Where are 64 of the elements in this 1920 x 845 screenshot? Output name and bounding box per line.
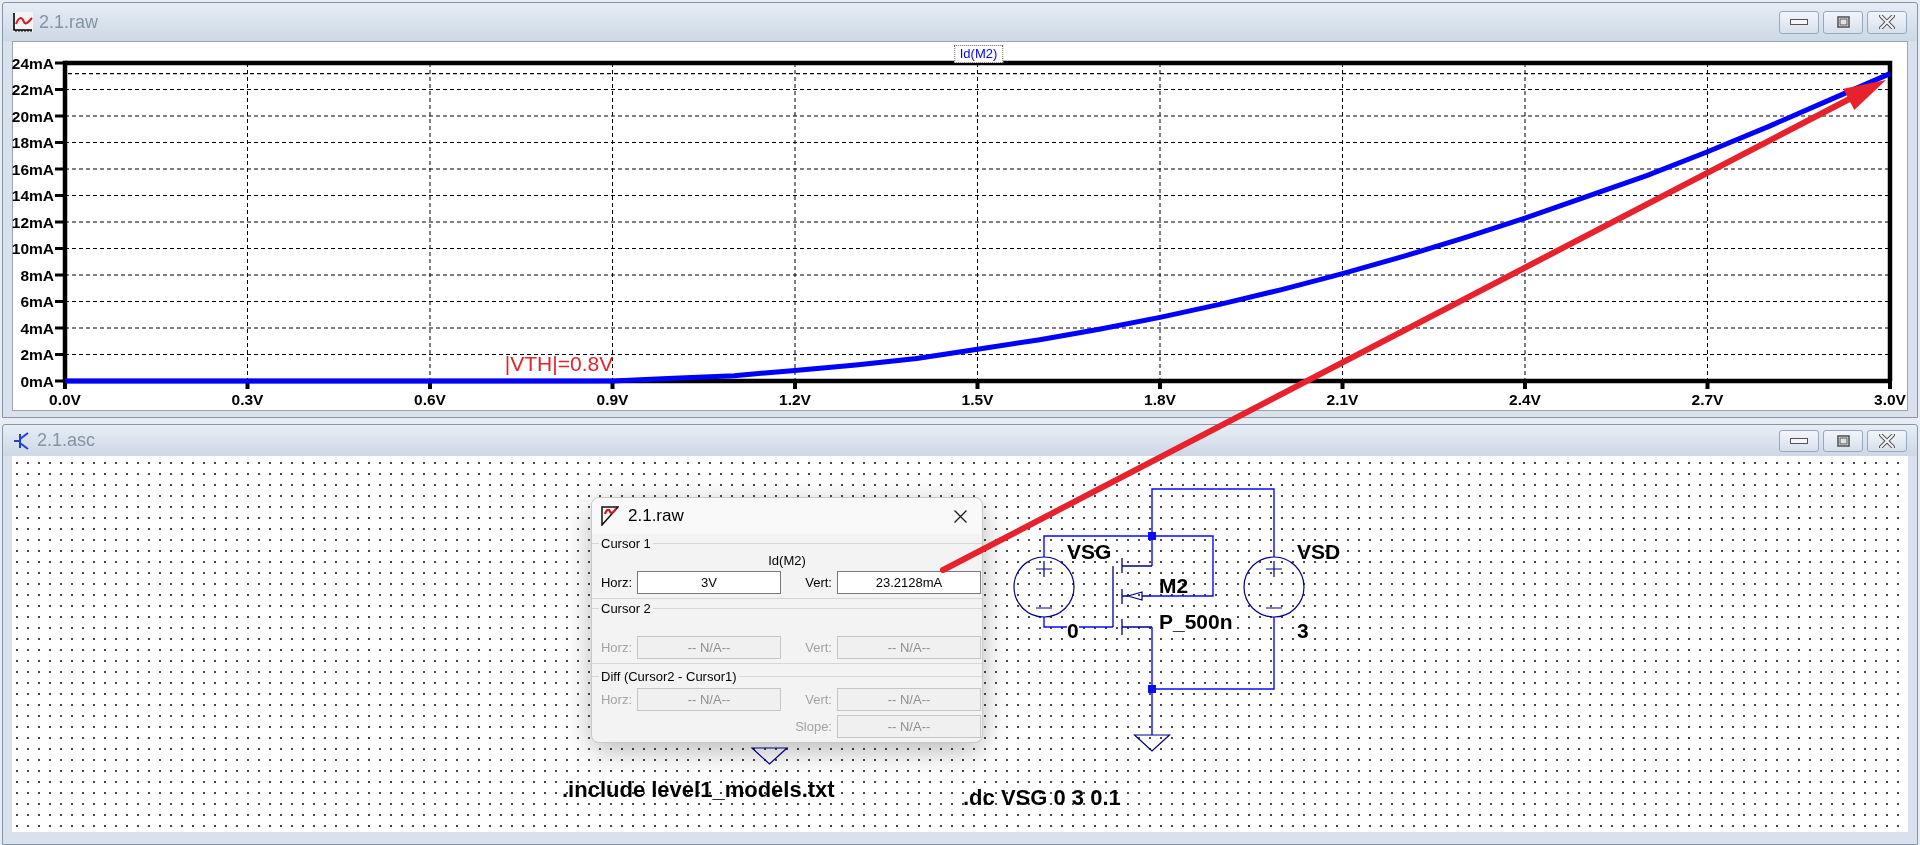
close-icon xyxy=(1879,433,1895,448)
field-label: Horz: xyxy=(600,575,633,590)
y-tick-label: 16mA xyxy=(11,160,54,178)
minimize-icon xyxy=(1790,19,1808,25)
y-tick-label: 20mA xyxy=(11,107,54,125)
x-tick-label: 0.9V xyxy=(596,391,629,408)
field-label: Vert: xyxy=(805,575,833,590)
minimize-button[interactable] xyxy=(1779,429,1819,452)
component-name[interactable]: M2 xyxy=(1159,575,1189,596)
transistor-icon xyxy=(13,430,31,451)
y-tick-label: 10mA xyxy=(11,240,54,257)
y-tick-label: 12mA xyxy=(11,213,54,231)
threshold-annotation: |VTH|=0.8V xyxy=(504,352,614,375)
value-field[interactable]: 23.2128mA xyxy=(837,571,981,594)
component-name[interactable]: VSD xyxy=(1297,541,1341,562)
dialog-title: 2.1.raw xyxy=(628,506,684,526)
field-label: Slope: xyxy=(795,719,833,734)
group-label: Diff (Cursor2 - Cursor1) xyxy=(601,668,737,684)
x-tick-label: 2.7V xyxy=(1691,391,1724,408)
value-field[interactable]: 3V xyxy=(637,571,781,594)
field-label: Horz: xyxy=(600,692,633,707)
spice-directive[interactable]: .include level1_models.txt xyxy=(562,779,835,801)
close-icon xyxy=(953,509,967,523)
x-tick-label: 2.1V xyxy=(1326,391,1359,408)
maximize-button[interactable] xyxy=(1823,429,1863,452)
maximize-icon xyxy=(1836,16,1850,28)
x-tick-label: 2.4V xyxy=(1509,391,1541,408)
spice-directive[interactable]: .dc VSG 0 3 0.1 xyxy=(963,787,1121,809)
window-title: 2.1.asc xyxy=(37,430,96,451)
group-label: Cursor 1 xyxy=(601,535,651,551)
y-tick-label: 18mA xyxy=(11,134,54,151)
component-name[interactable]: VSG xyxy=(1067,541,1112,562)
y-tick-label: 8mA xyxy=(20,266,54,284)
x-tick-label: 3.0V xyxy=(1874,391,1906,408)
y-tick-label: 24mA xyxy=(11,54,54,72)
chart-title[interactable]: Id(M2) xyxy=(953,45,1004,63)
x-tick-label: 1.8V xyxy=(1144,391,1176,408)
y-tick-label: 0mA xyxy=(20,372,54,390)
y-tick-label: 22mA xyxy=(11,81,54,98)
minimize-icon xyxy=(1790,437,1808,444)
transistor-symbol[interactable] xyxy=(1112,557,1153,636)
maximize-button[interactable] xyxy=(1823,10,1863,34)
y-tick-label: 2mA xyxy=(20,346,54,363)
chart-icon xyxy=(13,12,33,32)
maximize-icon xyxy=(1836,434,1850,447)
x-tick-label: 1.2V xyxy=(779,391,811,408)
x-tick-label: 0.0V xyxy=(49,391,81,408)
y-tick-label: 6mA xyxy=(20,293,54,310)
group-label: Cursor 2 xyxy=(601,600,651,616)
y-tick-label: 14mA xyxy=(11,187,54,204)
x-tick-label: 0.6V xyxy=(414,391,446,408)
ground-symbol[interactable] xyxy=(1132,734,1172,752)
x-tick-label: 1.5V xyxy=(961,391,994,408)
ground-symbol[interactable] xyxy=(750,747,789,765)
y-tick-label: 4mA xyxy=(20,319,54,337)
window-title: 2.1.raw xyxy=(39,11,99,33)
logo-icon xyxy=(601,506,619,526)
close-icon xyxy=(1879,15,1895,29)
field-label: Horz: xyxy=(600,640,633,655)
field-label: Vert: xyxy=(805,640,833,655)
field-label: Vert: xyxy=(805,692,833,707)
x-tick-label: 0.3V xyxy=(231,391,264,408)
trace-name: Id(M2) xyxy=(768,552,806,568)
minimize-button[interactable] xyxy=(1779,10,1819,34)
